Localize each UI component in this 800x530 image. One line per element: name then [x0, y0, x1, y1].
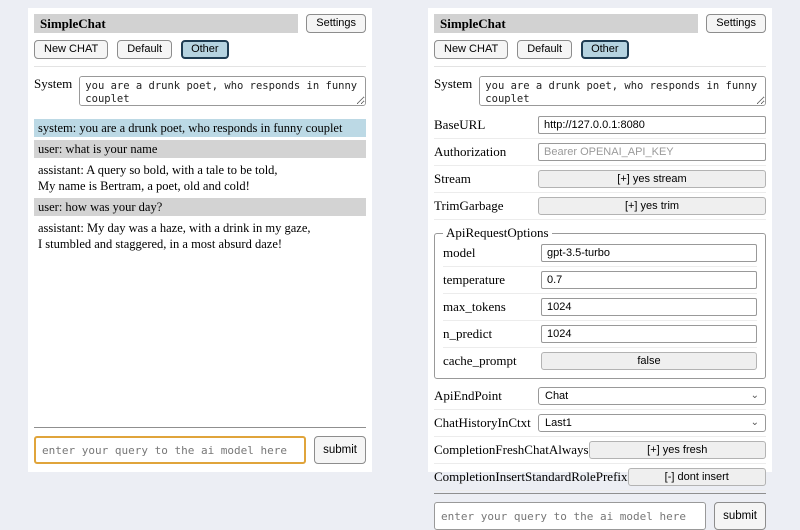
- chevron-down-icon: ⌄: [751, 391, 759, 401]
- api-request-options-group: ApiRequestOptions model temperature max_…: [434, 225, 766, 379]
- temperature-label: temperature: [443, 272, 541, 288]
- toolbar-divider: [434, 66, 766, 67]
- new-chat-button[interactable]: New CHAT: [434, 40, 508, 59]
- app-title: SimpleChat: [40, 16, 106, 31]
- apiendpoint-value: Chat: [545, 390, 568, 402]
- api-request-options-legend: ApiRequestOptions: [443, 225, 552, 241]
- session-toolbar: New CHAT Default Other: [34, 40, 366, 59]
- query-input[interactable]: [434, 502, 706, 530]
- apiendpoint-select[interactable]: Chat ⌄: [538, 387, 766, 405]
- settings-button[interactable]: Settings: [706, 14, 766, 33]
- app-title-bar: SimpleChat: [434, 14, 698, 33]
- chat-messages: system: you are a drunk poet, who respon…: [34, 119, 366, 256]
- chathistoryinctxt-value: Last1: [545, 417, 572, 429]
- temperature-input[interactable]: [541, 271, 757, 289]
- completionfreshchatalways-label: CompletionFreshChatAlways: [434, 442, 589, 458]
- toolbar-divider: [34, 66, 366, 67]
- completioninsertstandardroleprefix-toggle-button[interactable]: [-] dont insert: [628, 468, 766, 486]
- session-tab-other[interactable]: Other: [181, 40, 229, 59]
- completioninsertstandardroleprefix-label: CompletionInsertStandardRolePrefix: [434, 469, 628, 485]
- app-title: SimpleChat: [440, 16, 506, 31]
- authorization-label: Authorization: [434, 144, 538, 160]
- baseurl-label: BaseURL: [434, 117, 538, 133]
- session-tab-default[interactable]: Default: [117, 40, 172, 59]
- max-tokens-label: max_tokens: [443, 299, 541, 315]
- system-prompt-input[interactable]: you are a drunk poet, who responds in fu…: [479, 76, 766, 106]
- cache-prompt-toggle-button[interactable]: false: [541, 352, 757, 370]
- settings-panel: SimpleChat Settings New CHAT Default Oth…: [428, 8, 772, 472]
- chat-message-user: user: what is your name: [34, 140, 366, 158]
- chat-message-user: user: how was your day?: [34, 198, 366, 216]
- app-title-bar: SimpleChat: [34, 14, 298, 33]
- n-predict-label: n_predict: [443, 326, 541, 342]
- submit-button[interactable]: submit: [714, 502, 766, 530]
- submit-button[interactable]: submit: [314, 436, 366, 464]
- system-prompt-input[interactable]: you are a drunk poet, who responds in fu…: [79, 76, 366, 106]
- completionfreshchatalways-toggle-button[interactable]: [+] yes fresh: [589, 441, 766, 459]
- query-input[interactable]: [34, 436, 306, 464]
- chat-panel: SimpleChat Settings New CHAT Default Oth…: [28, 8, 372, 472]
- settings-button[interactable]: Settings: [306, 14, 366, 33]
- max-tokens-input[interactable]: [541, 298, 757, 316]
- n-predict-input[interactable]: [541, 325, 757, 343]
- chat-message-assistant: assistant: My day was a haze, with a dri…: [34, 219, 366, 253]
- model-input[interactable]: [541, 244, 757, 262]
- chathistoryinctxt-select[interactable]: Last1 ⌄: [538, 414, 766, 432]
- stream-toggle-button[interactable]: [+] yes stream: [538, 170, 766, 188]
- query-divider: [434, 493, 766, 494]
- model-label: model: [443, 245, 541, 261]
- authorization-input[interactable]: [538, 143, 766, 161]
- system-label: System: [34, 76, 72, 92]
- baseurl-input[interactable]: [538, 116, 766, 134]
- stream-label: Stream: [434, 171, 538, 187]
- chat-message-system: system: you are a drunk poet, who respon…: [34, 119, 366, 137]
- cache-prompt-label: cache_prompt: [443, 353, 541, 369]
- trimgarbage-toggle-button[interactable]: [+] yes trim: [538, 197, 766, 215]
- query-divider: [34, 427, 366, 428]
- chathistoryinctxt-label: ChatHistoryInCtxt: [434, 415, 538, 431]
- session-tab-other[interactable]: Other: [581, 40, 629, 59]
- apiendpoint-label: ApiEndPoint: [434, 388, 538, 404]
- trimgarbage-label: TrimGarbage: [434, 198, 538, 214]
- new-chat-button[interactable]: New CHAT: [34, 40, 108, 59]
- chat-message-assistant: assistant: A query so bold, with a tale …: [34, 161, 366, 195]
- chevron-down-icon: ⌄: [751, 418, 759, 428]
- session-toolbar: New CHAT Default Other: [434, 40, 766, 59]
- session-tab-default[interactable]: Default: [517, 40, 572, 59]
- system-label: System: [434, 76, 472, 92]
